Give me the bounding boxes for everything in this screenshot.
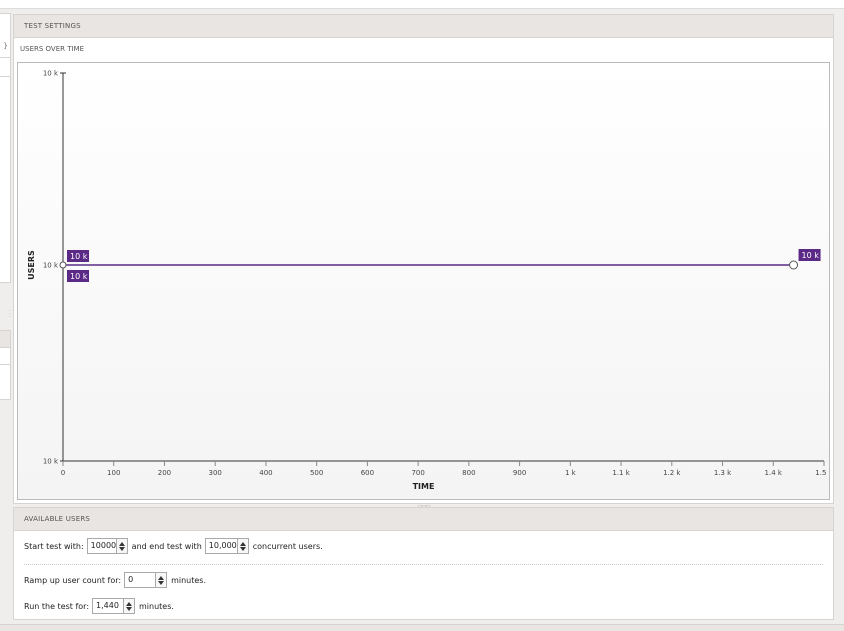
arrow-down-icon xyxy=(126,606,133,611)
x-tick-label: 0 xyxy=(61,469,65,477)
x-tick-label: 1.2 k xyxy=(663,469,681,477)
arrow-down-icon xyxy=(158,580,165,585)
data-point-start xyxy=(59,261,67,269)
divider xyxy=(0,76,10,77)
panel-title: AVAILABLE USERS xyxy=(14,508,833,531)
end-users-input[interactable]: 10,000 xyxy=(204,538,238,554)
x-tick-label: 1 k xyxy=(565,469,577,477)
end-suffix: concurrent users. xyxy=(252,541,323,551)
y-tick-label: 10 k xyxy=(43,262,59,270)
users-over-time-chart[interactable]: 10 k 10 k 10 k 0 100 200 300 400 500 600 700 800 900… xyxy=(17,62,830,500)
arrow-down-icon xyxy=(239,546,246,551)
run-minutes-input[interactable]: 1,440 xyxy=(92,598,125,614)
ramp-row: Ramp up user count for: 0 minutes. xyxy=(24,572,209,588)
run-label: Run the test for: xyxy=(24,601,90,611)
chart-svg: 10 k10 k10 k0 100 200 300 400 500 600 700 800 900… xyxy=(27,70,829,492)
x-tick-label: 1.3 k xyxy=(714,469,732,477)
left-collapsed-panel: } xyxy=(0,13,11,283)
ramp-minutes-input[interactable]: 0 xyxy=(124,572,157,588)
panel-title: TEST SETTINGS xyxy=(14,15,833,38)
divider xyxy=(0,57,10,58)
ramp-label: Ramp up user count for: xyxy=(24,575,122,585)
start-users-stepper[interactable] xyxy=(116,538,128,554)
top-bar xyxy=(0,0,844,9)
ramp-suffix: minutes. xyxy=(171,575,206,585)
brace-glyph: } xyxy=(3,42,8,50)
x-tick-label: 600 xyxy=(361,469,374,477)
y-tick-label: 10 k xyxy=(43,70,59,78)
x-tick-label: 500 xyxy=(310,469,323,477)
x-tick-label: 400 xyxy=(259,469,272,477)
x-tick-label: 800 xyxy=(462,469,475,477)
x-tick-label: 1.4 k xyxy=(765,469,783,477)
arrow-up-icon xyxy=(126,601,133,606)
y-axis-label: USERS xyxy=(27,250,36,280)
x-tick-label: 1.1 k xyxy=(612,469,630,477)
start-users-input[interactable]: 10000 xyxy=(86,538,117,554)
arrow-up-icon xyxy=(118,541,125,546)
start-end-row: Start test with: 10000 and end test with… xyxy=(24,538,326,554)
run-suffix: minutes. xyxy=(139,601,174,611)
arrow-up-icon xyxy=(239,541,246,546)
y-tick-label: 10 k xyxy=(43,458,59,466)
run-minutes-stepper[interactable] xyxy=(124,598,136,614)
x-tick-label: 700 xyxy=(411,469,424,477)
start-label: Start test with: xyxy=(24,541,84,551)
start-label-bottom: 10 k xyxy=(70,272,88,281)
end-users-stepper[interactable] xyxy=(237,538,249,554)
arrow-down-icon xyxy=(118,546,125,551)
end-label: and end test with xyxy=(131,541,202,551)
available-users-panel: AVAILABLE USERS Start test with: 10000 a… xyxy=(13,507,834,620)
dotted-divider xyxy=(24,564,823,565)
x-tick-label: 100 xyxy=(107,469,120,477)
end-label: 10 k xyxy=(802,251,820,260)
panel-header xyxy=(0,331,10,348)
left-collapsed-panel-2 xyxy=(0,330,11,400)
x-tick-label: 900 xyxy=(513,469,526,477)
start-label-top: 10 k xyxy=(70,252,88,261)
x-tick-label: 200 xyxy=(158,469,171,477)
ramp-minutes-stepper[interactable] xyxy=(156,572,168,588)
run-row: Run the test for: 1,440 minutes. xyxy=(24,598,177,614)
test-settings-panel: TEST SETTINGS USERS OVER TIME 10 k 10 k 10… xyxy=(13,14,834,504)
data-point-end xyxy=(789,260,799,270)
chart-subtitle: USERS OVER TIME xyxy=(20,45,85,53)
divider xyxy=(0,364,10,365)
x-axis-label: TIME xyxy=(413,482,435,491)
x-tick-label: 1.5 k xyxy=(815,469,829,477)
x-tick-label: 300 xyxy=(209,469,222,477)
arrow-up-icon xyxy=(158,575,165,580)
